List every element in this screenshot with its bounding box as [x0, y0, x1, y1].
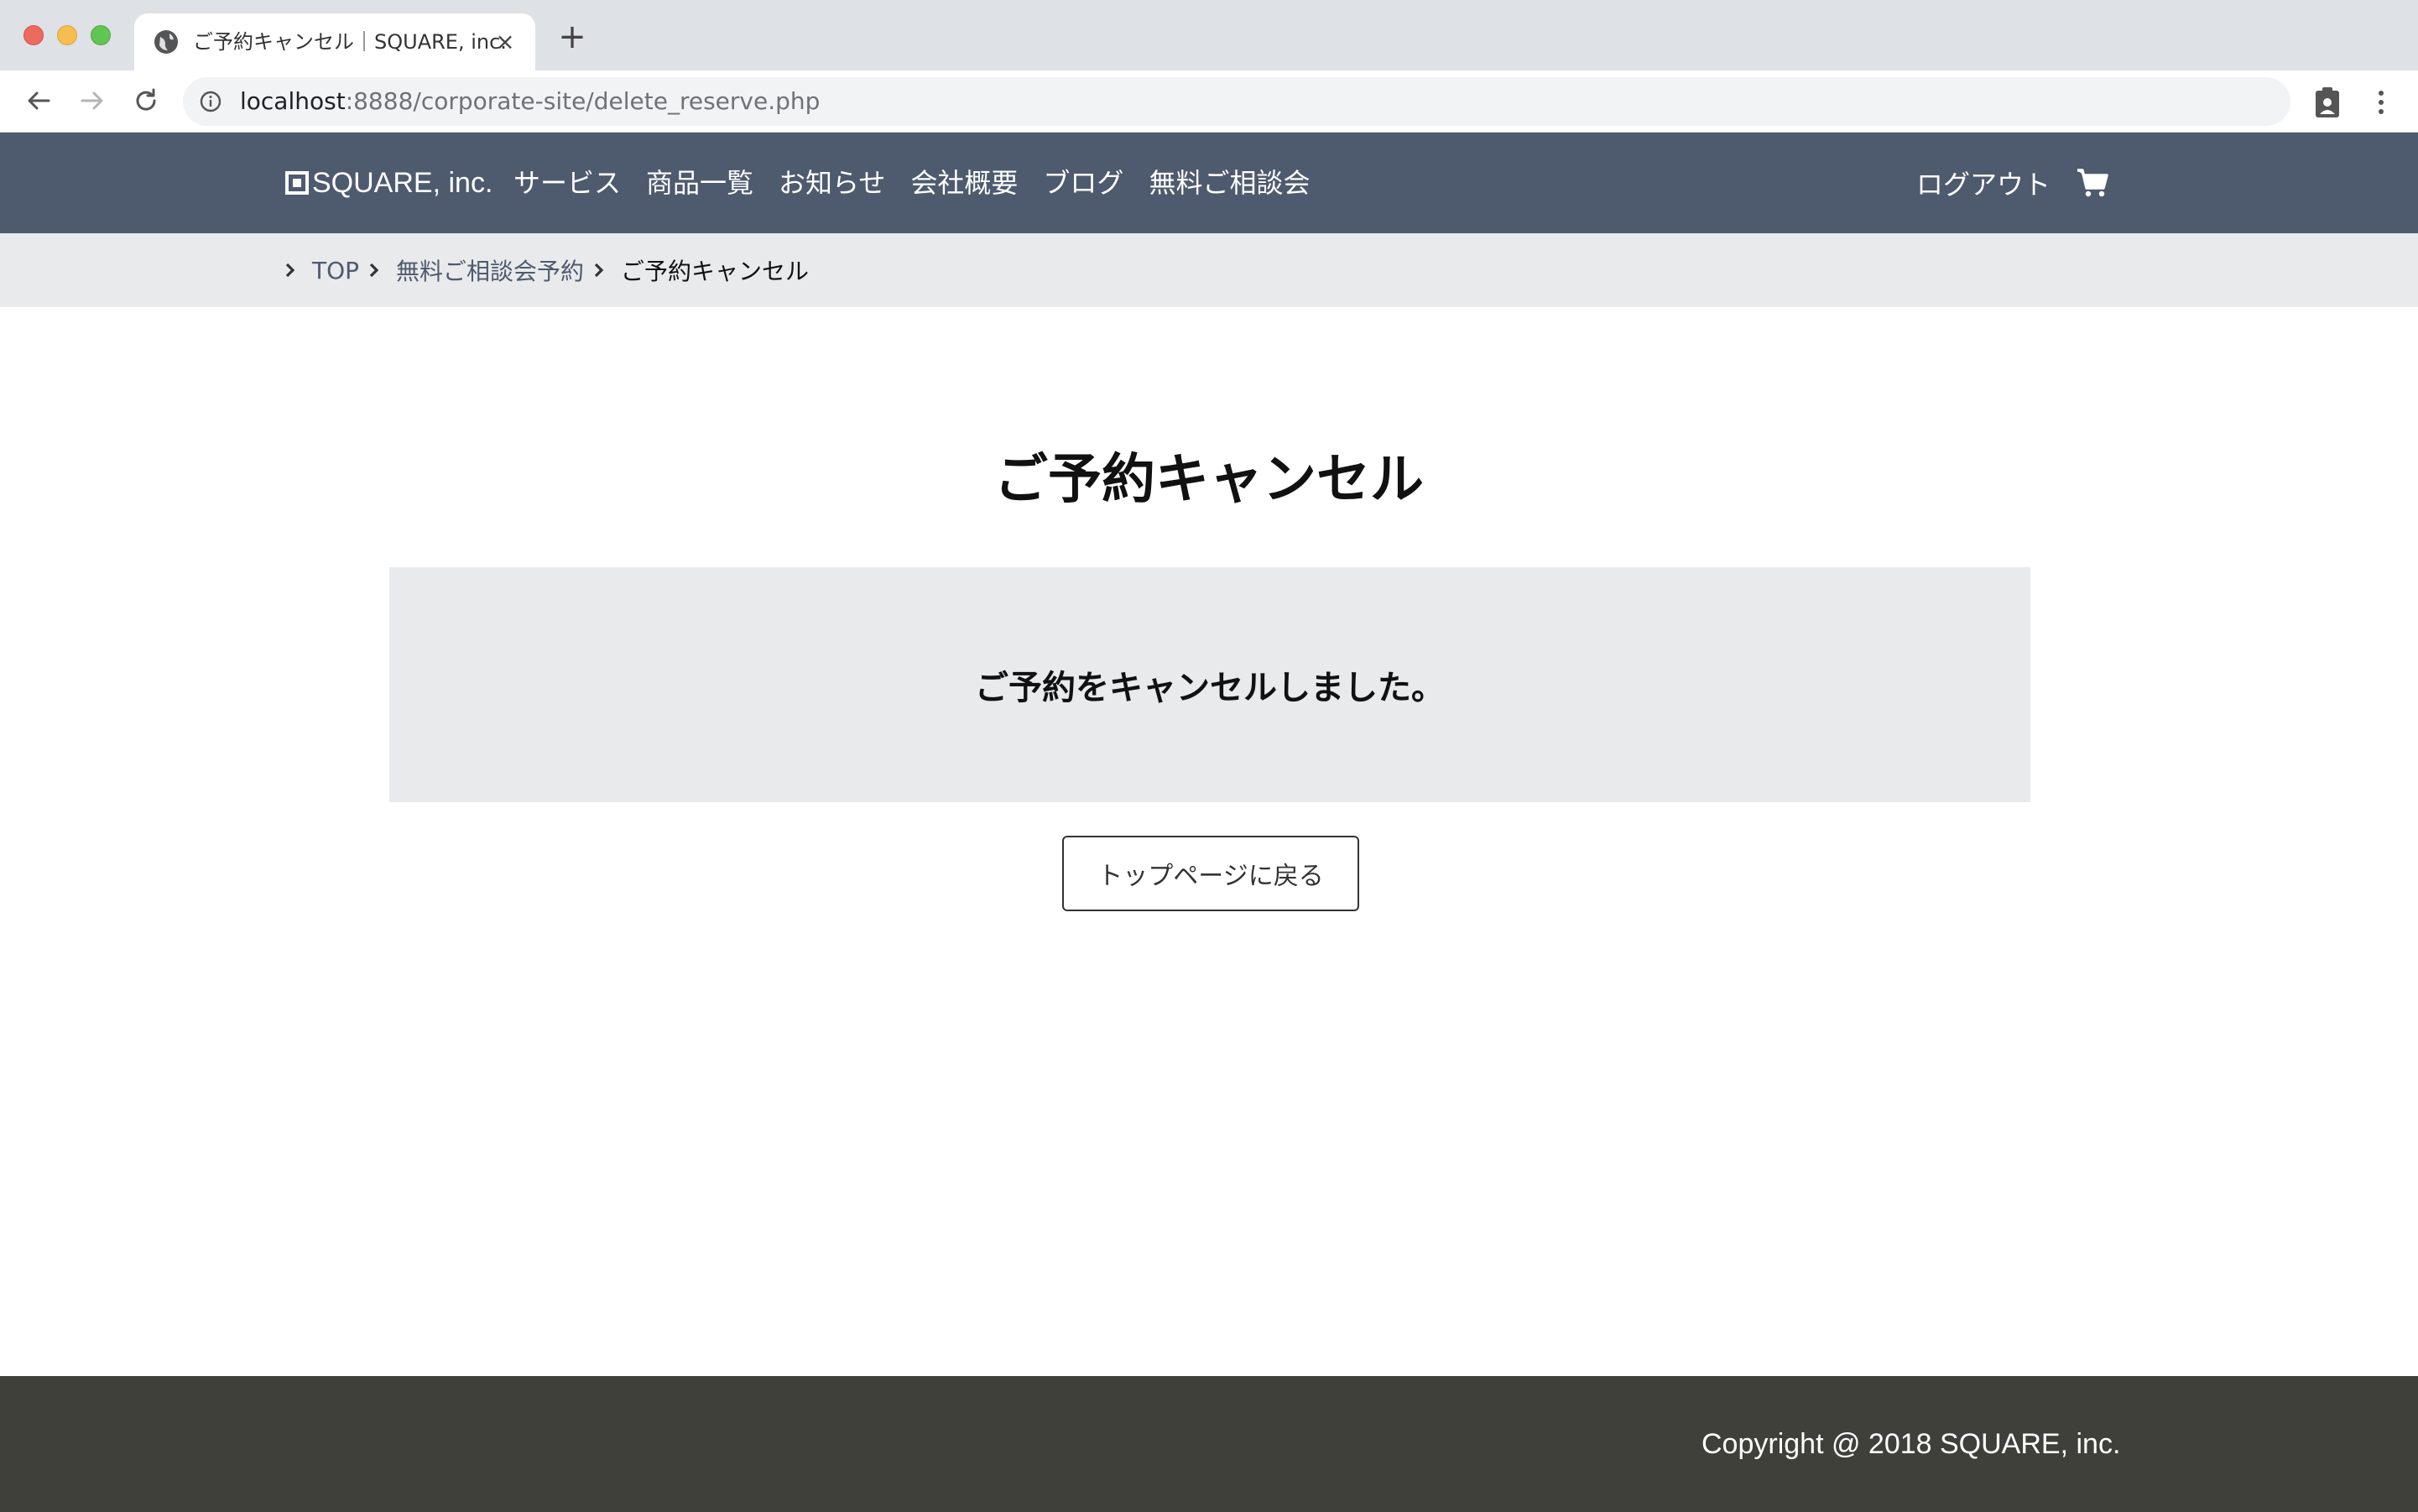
maximize-window-button[interactable] [91, 25, 111, 45]
back-to-top-button[interactable]: トップページに戻る [1062, 836, 1359, 911]
site-footer: Copyright @ 2018 SQUARE, inc. [0, 1376, 2418, 1512]
nav-item-products[interactable]: 商品一覧 [646, 133, 753, 233]
info-icon[interactable] [198, 89, 223, 114]
nav-item-consultation[interactable]: 無料ご相談会 [1149, 133, 1310, 233]
minimize-window-button[interactable] [57, 25, 77, 45]
url-host: localhost [240, 87, 346, 115]
breadcrumb-link-reservation[interactable]: 無料ご相談会予約 [396, 253, 584, 287]
chevron-right-icon [285, 263, 295, 278]
logo-square-icon [285, 171, 309, 195]
site-header: SQUARE, inc. サービス 商品一覧 お知らせ 会社概要 ブログ 無料ご… [0, 133, 2418, 233]
browser-toolbar: localhost:8888/corporate-site/delete_res… [0, 70, 2418, 133]
nav-item-news[interactable]: お知らせ [779, 133, 885, 233]
chevron-right-icon [594, 263, 604, 278]
copyright-text: Copyright @ 2018 SQUARE, inc. [1701, 1428, 2121, 1460]
new-tab-button[interactable]: + [557, 20, 587, 54]
logout-link[interactable]: ログアウト [1916, 164, 2051, 202]
nav-item-services[interactable]: サービス [513, 133, 621, 233]
chevron-right-icon [369, 263, 379, 278]
browser-tab-bar: ご予約キャンセル｜SQUARE, inc. × + [0, 0, 2418, 70]
breadcrumb-link-top[interactable]: TOP [312, 257, 359, 284]
back-arrow-icon[interactable] [22, 84, 55, 117]
forward-arrow-icon[interactable] [76, 84, 109, 117]
globe-icon [154, 30, 178, 54]
site-logo[interactable]: SQUARE, inc. [285, 133, 492, 233]
header-actions: ログアウト [1916, 133, 2109, 233]
main-nav: サービス 商品一覧 お知らせ 会社概要 ブログ 無料ご相談会 [513, 133, 1335, 233]
message-box: ご予約をキャンセルしました。 [389, 567, 2030, 802]
logo-text: SQUARE, inc. [312, 167, 493, 199]
nav-item-company[interactable]: 会社概要 [910, 133, 1018, 233]
cancel-message: ご予約をキャンセルしました。 [975, 669, 1445, 707]
url-text: localhost:8888/corporate-site/delete_res… [240, 77, 820, 126]
breadcrumb-current: ご予約キャンセル [621, 258, 810, 285]
nav-item-blog[interactable]: ブログ [1043, 133, 1123, 233]
page-title: ご予約キャンセル [994, 449, 1424, 511]
close-window-button[interactable] [23, 25, 44, 45]
url-path: :8888/corporate-site/delete_reserve.php [345, 87, 821, 115]
breadcrumb: TOP 無料ご相談会予約 ご予約キャンセル [0, 233, 2418, 307]
browser-tab[interactable]: ご予約キャンセル｜SQUARE, inc. × [134, 13, 535, 70]
close-tab-icon[interactable]: × [493, 30, 517, 54]
clipboard-badge-icon[interactable] [2312, 86, 2342, 119]
cart-icon[interactable] [2076, 168, 2109, 198]
more-vert-icon[interactable] [2366, 86, 2396, 119]
reload-icon[interactable] [129, 84, 163, 117]
tab-title: ご予約キャンセル｜SQUARE, inc. [193, 30, 507, 54]
address-bar[interactable]: localhost:8888/corporate-site/delete_res… [183, 77, 2290, 126]
